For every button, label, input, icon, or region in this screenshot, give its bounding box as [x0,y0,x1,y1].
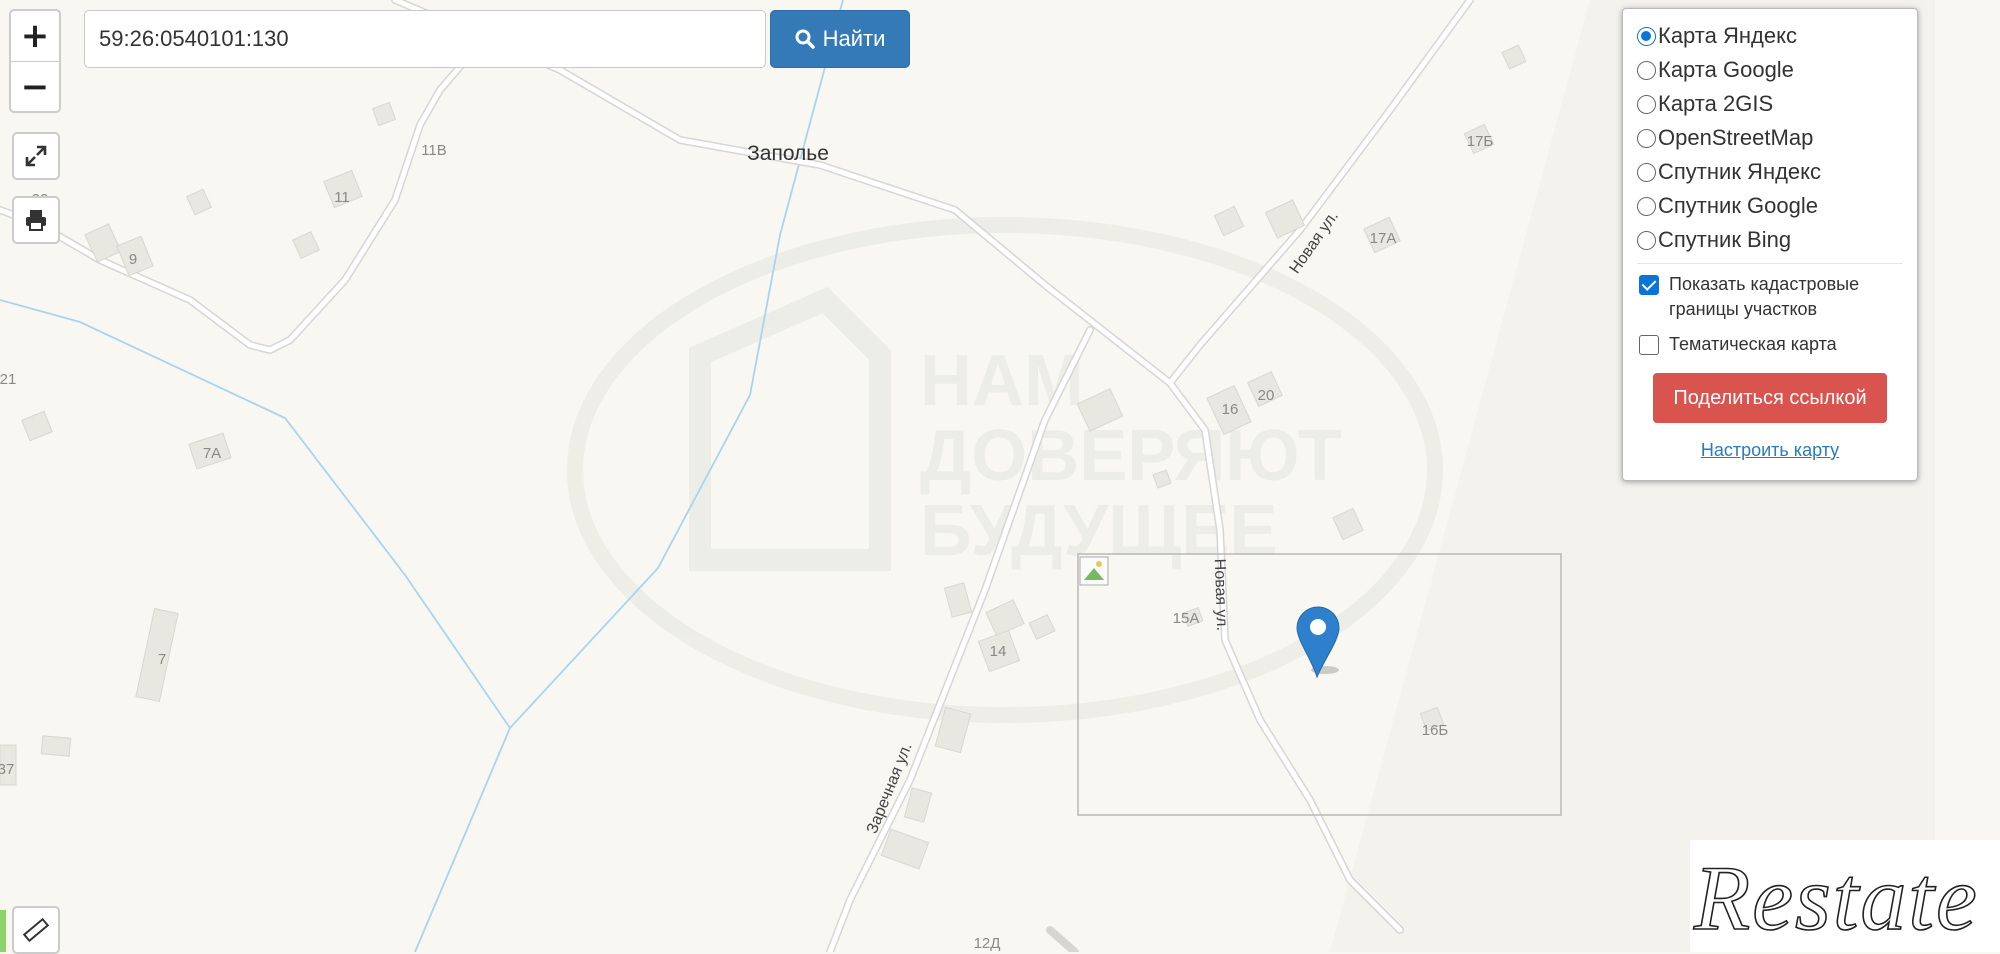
layer-option-label: Спутник Bing [1658,227,1792,252]
house-number-label: 14 [990,643,1007,660]
layers-divider [1637,263,1903,264]
layer-radio[interactable] [1637,162,1656,182]
layer-radio[interactable] [1637,128,1656,148]
zoom-control: + − [9,9,61,113]
map-layers-panel: Карта Яндекс Карта Google Карта 2GIS OpenSt… [1622,8,1918,481]
share-link-button[interactable]: Поделиться ссылкой [1653,373,1887,423]
cadastral-search-input[interactable] [84,10,766,68]
configure-map-link[interactable]: Настроить карту [1637,440,1903,461]
layer-option[interactable]: Спутник Google [1637,189,1917,223]
street-label: Новая ул. [1211,558,1231,631]
expand-icon [25,145,47,167]
house-number-label: 15А [1173,610,1200,627]
layer-option-label: Спутник Google [1658,193,1818,218]
layer-option-label: Карта Google [1658,57,1794,82]
layer-radio[interactable] [1637,60,1656,80]
layer-radio[interactable] [1637,230,1656,250]
house-number-label: 11В [421,142,447,159]
layer-radio[interactable] [1637,94,1656,114]
layer-options-list: Карта Яндекс Карта Google Карта 2GIS OpenSt… [1637,19,1917,257]
watermark-line-2: ДОВЕРЯЮТ [920,416,1342,496]
print-icon [26,210,46,231]
watermark-line-1: НАМ [920,341,1084,421]
zoom-in-button[interactable]: + [11,11,59,61]
search-icon [795,29,815,49]
house-number-label: 17А [1370,230,1397,247]
show-cadastral-label: Показать кадастровые границы участков [1669,274,1860,319]
layer-option[interactable]: Спутник Яндекс [1637,155,1917,189]
thematic-map-option[interactable]: Тематическая карта [1637,332,1917,357]
ruler-icon [22,917,50,943]
layer-radio[interactable] [1637,26,1656,46]
restate-logo: Restate [1690,840,2000,952]
house-number-label: 16Б [1422,722,1449,739]
place-label: Заполье [747,142,829,165]
layer-option[interactable]: Карта Яндекс [1637,19,1917,53]
house-number-label: 20 [1258,387,1275,404]
ruler-button[interactable] [12,906,60,954]
house-number-label: 9 [129,251,137,268]
layer-option[interactable]: OpenStreetMap [1637,121,1917,155]
show-cadastral-option[interactable]: Показать кадастровые границы участков [1637,272,1917,322]
zoom-out-button[interactable]: − [11,61,59,111]
house-number-label: 16 [1222,401,1239,418]
house-number-label: 7 [158,651,166,668]
layer-option-label: Спутник Яндекс [1658,159,1822,184]
green-edge-marker [0,910,6,952]
layer-option[interactable]: Карта Google [1637,53,1917,87]
house-number-label: 7А [203,445,221,462]
show-cadastral-checkbox[interactable] [1639,275,1659,295]
layer-radio[interactable] [1637,196,1656,216]
layer-option[interactable]: Карта 2GIS [1637,87,1917,121]
thematic-map-checkbox[interactable] [1639,335,1659,355]
layer-option[interactable]: Спутник Bing [1637,223,1917,257]
house-number-label: 11 [334,189,350,206]
fullscreen-button[interactable] [12,132,60,180]
thematic-map-label: Тематическая карта [1669,334,1837,354]
house-number-label: 12Д [974,935,1001,952]
restate-logo-text: Restate [1693,847,1979,949]
house-number-label: 37 [0,761,14,778]
print-button[interactable] [12,196,60,244]
layer-option-label: Карта 2GIS [1658,91,1774,116]
layer-option-label: Карта Яндекс [1658,23,1797,48]
search-button[interactable]: Найти [770,10,910,68]
search-button-label: Найти [822,26,886,51]
broken-image-icon [1079,556,1109,586]
house-number-label: 17Б [1467,133,1494,150]
layer-option-label: OpenStreetMap [1658,125,1814,150]
house-number-label: 21 [0,371,16,388]
